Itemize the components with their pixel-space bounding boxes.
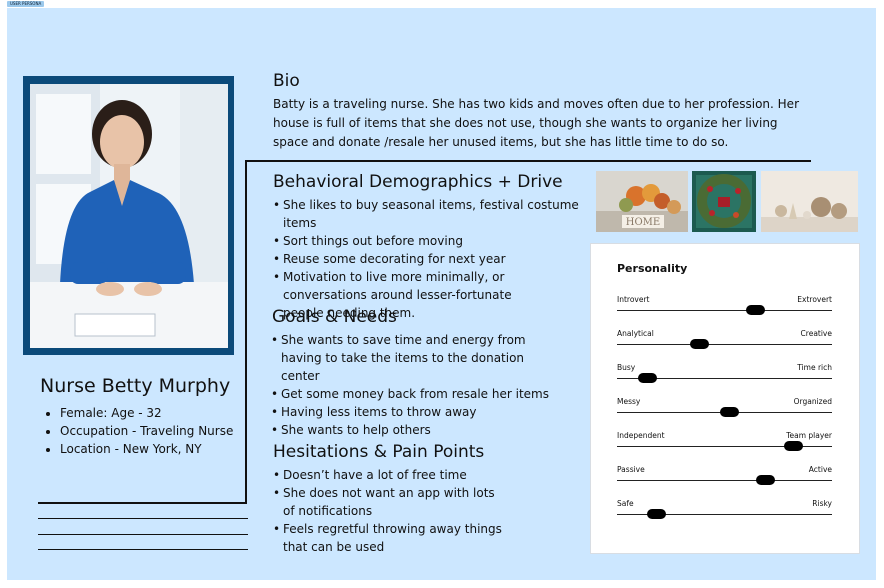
persona-tag: USER PERSONA — [7, 1, 45, 7]
home-sign-text: HOME — [626, 217, 660, 228]
slider-track[interactable] — [617, 480, 832, 481]
personality-slider-messy[interactable]: Messy Organized — [617, 397, 832, 421]
hesitations-list: Doesn’t have a lot of free time She does… — [273, 466, 523, 556]
slider-left-label: Introvert — [617, 295, 650, 304]
seasonal-decor-image-1: HOME — [596, 171, 688, 232]
slider-right-label: Extrovert — [797, 295, 832, 304]
list-item: Doesn’t have a lot of free time — [273, 466, 523, 484]
slider-knob[interactable] — [784, 441, 804, 451]
slider-track[interactable] — [617, 310, 832, 311]
seasonal-decor-image-3 — [761, 171, 858, 232]
slider-knob[interactable] — [646, 509, 666, 519]
slider-knob[interactable] — [689, 339, 709, 349]
behavioral-heading: Behavioral Demographics + Drive — [273, 172, 563, 192]
slider-knob[interactable] — [745, 305, 765, 315]
rule-line — [38, 518, 248, 519]
list-item: Get some money back from resale her item… — [271, 385, 551, 403]
slider-track[interactable] — [617, 344, 832, 345]
bio-heading: Bio — [273, 71, 300, 91]
slider-knob[interactable] — [638, 373, 658, 383]
hesitations-heading: Hesitations & Pain Points — [273, 442, 485, 462]
slider-knob[interactable] — [756, 475, 776, 485]
personality-slider-busy[interactable]: Busy Time rich — [617, 363, 832, 387]
list-item: She does not want an app with lots of no… — [273, 484, 503, 520]
list-item: Reuse some decorating for next year — [273, 250, 589, 268]
behavioral-list: She likes to buy seasonal items, festiva… — [273, 196, 589, 322]
slider-right-label: Team player — [786, 431, 832, 440]
rule-line — [38, 534, 248, 535]
slider-right-label: Risky — [812, 499, 832, 508]
list-item: She wants to help others — [271, 421, 551, 439]
personality-slider-analytical[interactable]: Analytical Creative — [617, 329, 832, 353]
list-item: Having less items to throw away — [271, 403, 551, 421]
seasonal-decor-image-2 — [692, 171, 756, 232]
persona-photo — [30, 84, 228, 348]
list-item: Feels regretful throwing away things tha… — [273, 520, 511, 556]
fact-occupation: Occupation - Traveling Nurse — [60, 422, 233, 440]
slider-left-label: Safe — [617, 499, 634, 508]
fact-gender-age: Female: Age - 32 — [60, 404, 233, 422]
list-item: She wants to save time and energy from h… — [271, 331, 543, 385]
rule-line — [38, 549, 248, 550]
personality-slider-passive[interactable]: Passive Active — [617, 465, 832, 489]
personality-slider-introvert[interactable]: Introvert Extrovert — [617, 295, 832, 319]
bio-text: Batty is a traveling nurse. She has two … — [273, 97, 800, 149]
slider-right-label: Creative — [800, 329, 832, 338]
personality-slider-safe[interactable]: Safe Risky — [617, 499, 832, 523]
divider-bottom — [38, 502, 247, 504]
personality-title: Personality — [617, 262, 688, 275]
goals-list: She wants to save time and energy from h… — [271, 331, 551, 439]
fact-location: Location - New York, NY — [60, 440, 233, 458]
persona-facts: Female: Age - 32 Occupation - Traveling … — [40, 404, 233, 458]
divider-top — [246, 160, 811, 162]
slider-left-label: Messy — [617, 397, 641, 406]
list-item: She likes to buy seasonal items, festiva… — [273, 196, 589, 232]
slider-right-label: Time rich — [797, 363, 832, 372]
divider-vertical — [245, 160, 247, 503]
slider-left-label: Passive — [617, 465, 645, 474]
goals-heading: Goals & Needs — [272, 307, 397, 327]
slider-left-label: Busy — [617, 363, 636, 372]
slider-knob[interactable] — [719, 407, 739, 417]
slider-right-label: Organized — [793, 397, 832, 406]
slider-right-label: Active — [808, 465, 832, 474]
slider-left-label: Independent — [617, 431, 665, 440]
persona-name: Nurse Betty Murphy — [40, 375, 231, 397]
personality-slider-independent[interactable]: Independent Team player — [617, 431, 832, 455]
list-item: Sort things out before moving — [273, 232, 589, 250]
slider-left-label: Analytical — [617, 329, 654, 338]
